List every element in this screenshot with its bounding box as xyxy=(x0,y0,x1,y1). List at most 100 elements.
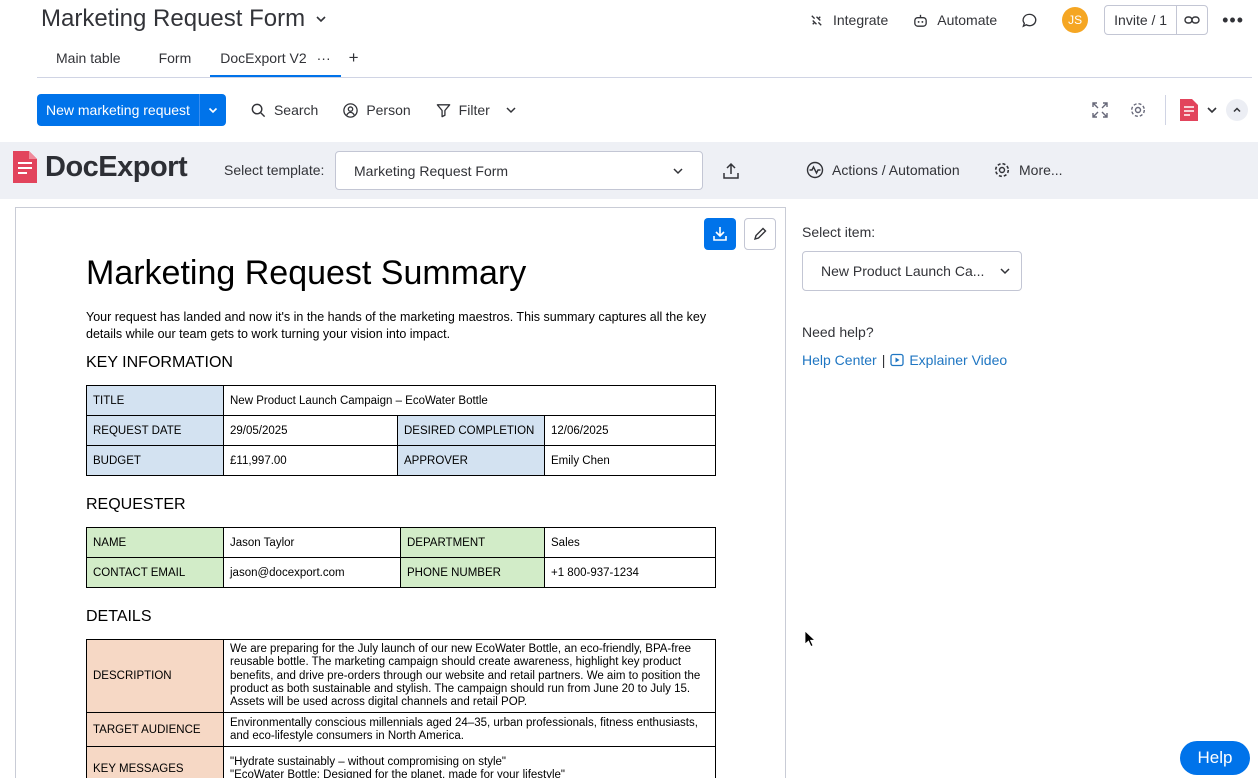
tab-docexport[interactable]: DocExport V2 ··· xyxy=(210,42,341,77)
table-key: NAME xyxy=(86,527,224,558)
requester-table: NAME Jason Taylor DEPARTMENT Sales CONTA… xyxy=(86,527,716,588)
tab-form[interactable]: Form xyxy=(140,42,211,77)
details-table: DESCRIPTION We are preparing for the Jul… xyxy=(86,638,716,778)
table-value: £11,997.00 xyxy=(223,445,398,476)
details-heading: DETAILS xyxy=(86,608,152,625)
table-key: TARGET AUDIENCE xyxy=(86,712,224,748)
table-value: Jason Taylor xyxy=(223,527,401,558)
table-value: jason@docexport.com xyxy=(223,557,401,588)
person-filter-button[interactable]: Person xyxy=(342,102,411,119)
new-item-dropdown[interactable] xyxy=(198,94,226,126)
search-button[interactable]: Search xyxy=(250,102,318,119)
table-key: BUDGET xyxy=(86,445,224,476)
automate-button[interactable]: Automate xyxy=(912,12,997,29)
docexport-logo-text: DocExport xyxy=(45,150,188,183)
filter-icon xyxy=(436,103,450,117)
board-title[interactable]: Marketing Request Form xyxy=(41,5,327,33)
item-select[interactable]: New Product Launch Ca... xyxy=(802,251,1022,291)
new-item-button[interactable]: New marketing request xyxy=(37,94,226,126)
explainer-video-link[interactable]: Explainer Video xyxy=(909,352,1007,368)
table-row: KEY MESSAGES "Hydrate sustainably – with… xyxy=(86,746,716,778)
table-row: TITLE New Product Launch Campaign – EcoW… xyxy=(86,385,717,416)
table-value: 12/06/2025 xyxy=(543,415,717,446)
collapse-header-button[interactable] xyxy=(1226,99,1248,121)
new-item-label[interactable]: New marketing request xyxy=(37,94,199,126)
pencil-icon xyxy=(753,227,767,241)
actions-automation-label: Actions / Automation xyxy=(832,162,960,178)
updates-button[interactable] xyxy=(1021,12,1038,29)
filter-label: Filter xyxy=(458,102,490,118)
table-value: +1 800-937-1234 xyxy=(544,557,716,588)
need-help-label: Need help? xyxy=(802,324,874,340)
document-intro: Your request has landed and now it's in … xyxy=(86,310,707,341)
table-row: CONTACT EMAIL jason@docexport.com PHONE … xyxy=(86,557,716,588)
table-key: PHONE NUMBER xyxy=(400,557,545,588)
settings-icon[interactable] xyxy=(1129,101,1147,119)
copy-link-button[interactable] xyxy=(1177,11,1207,29)
search-icon xyxy=(251,103,266,117)
chevron-down-icon[interactable] xyxy=(505,104,517,116)
integrate-label: Integrate xyxy=(832,12,889,28)
toolbar-right xyxy=(1071,95,1248,125)
fullscreen-icon[interactable] xyxy=(1091,101,1109,119)
table-value: "Hydrate sustainably – without compromis… xyxy=(223,746,716,778)
filter-button[interactable]: Filter xyxy=(435,102,517,119)
view-tabs: Main table Form DocExport V2 ··· + xyxy=(37,42,1252,78)
avatar[interactable]: JS xyxy=(1062,7,1089,33)
table-key: REQUEST DATE xyxy=(86,415,224,446)
more-button[interactable]: More... xyxy=(993,161,1063,179)
tab-docexport-label: DocExport V2 xyxy=(220,50,307,66)
tab-options-icon[interactable]: ··· xyxy=(317,50,331,75)
help-links: Help Center | Explainer Video xyxy=(802,352,1007,368)
key-info-table: TITLE New Product Launch Campaign – EcoW… xyxy=(86,385,717,476)
key-message-line: "EcoWater Bottle: Designed for the plane… xyxy=(230,768,566,778)
app-chevron-down-icon[interactable] xyxy=(1206,104,1218,116)
key-message-line: "Hydrate sustainably – without compromis… xyxy=(230,755,506,768)
link-separator: | xyxy=(881,352,886,368)
top-actions: Integrate Automate JS Invite / 1 ••• xyxy=(784,5,1244,35)
table-key: APPROVER xyxy=(397,445,545,476)
table-value: Emily Chen xyxy=(543,445,717,476)
template-select-value: Marketing Request Form xyxy=(354,162,509,179)
download-button[interactable] xyxy=(704,218,736,250)
help-button[interactable]: Help xyxy=(1180,741,1250,775)
more-options-icon[interactable]: ••• xyxy=(1222,10,1244,31)
select-item-label: Select item: xyxy=(802,224,876,240)
help-center-link[interactable]: Help Center xyxy=(802,352,877,368)
table-value: Sales xyxy=(544,527,716,558)
table-key: KEY MESSAGES xyxy=(86,746,224,778)
requester-heading: REQUESTER xyxy=(86,496,186,513)
board-toolbar: New marketing request Search Person Filt… xyxy=(37,94,517,126)
integrate-button[interactable]: Integrate xyxy=(808,12,888,29)
table-value: New Product Launch Campaign – EcoWater B… xyxy=(222,385,717,416)
chevron-down-icon xyxy=(1000,268,1010,275)
document-title: Marketing Request Summary xyxy=(86,254,527,292)
table-row: NAME Jason Taylor DEPARTMENT Sales xyxy=(86,527,716,558)
chevron-down-icon[interactable] xyxy=(315,13,327,25)
docexport-app-icon[interactable] xyxy=(1178,98,1200,122)
table-key: DEPARTMENT xyxy=(400,527,545,558)
template-select[interactable]: Marketing Request Form xyxy=(335,151,703,190)
table-key: TITLE xyxy=(86,385,224,416)
gear-icon xyxy=(994,162,1010,178)
chevron-up-icon xyxy=(1233,107,1241,113)
table-key: DESIRED COMPLETION xyxy=(397,415,545,446)
table-row: TARGET AUDIENCE Environmentally consciou… xyxy=(86,712,716,748)
video-icon xyxy=(890,353,904,367)
board-title-text: Marketing Request Form xyxy=(41,5,306,32)
toolbar-divider xyxy=(1165,95,1166,125)
tab-main-table[interactable]: Main table xyxy=(37,42,140,77)
docexport-logo: DocExport xyxy=(11,150,188,184)
actions-automation-button[interactable]: Actions / Automation xyxy=(806,161,960,179)
invite-label[interactable]: Invite / 1 xyxy=(1105,6,1178,34)
edit-button[interactable] xyxy=(744,218,776,250)
automate-label: Automate xyxy=(937,12,998,28)
table-row: BUDGET £11,997.00 APPROVER Emily Chen xyxy=(86,445,717,476)
select-template-label: Select template: xyxy=(224,162,325,178)
chat-bubble-icon xyxy=(1022,13,1037,27)
upload-icon[interactable] xyxy=(721,161,741,186)
add-view-button[interactable]: + xyxy=(341,42,367,77)
table-key: CONTACT EMAIL xyxy=(86,557,224,588)
invite-button[interactable]: Invite / 1 xyxy=(1104,5,1209,35)
document-preview: Marketing Request Summary Your request h… xyxy=(15,207,786,778)
